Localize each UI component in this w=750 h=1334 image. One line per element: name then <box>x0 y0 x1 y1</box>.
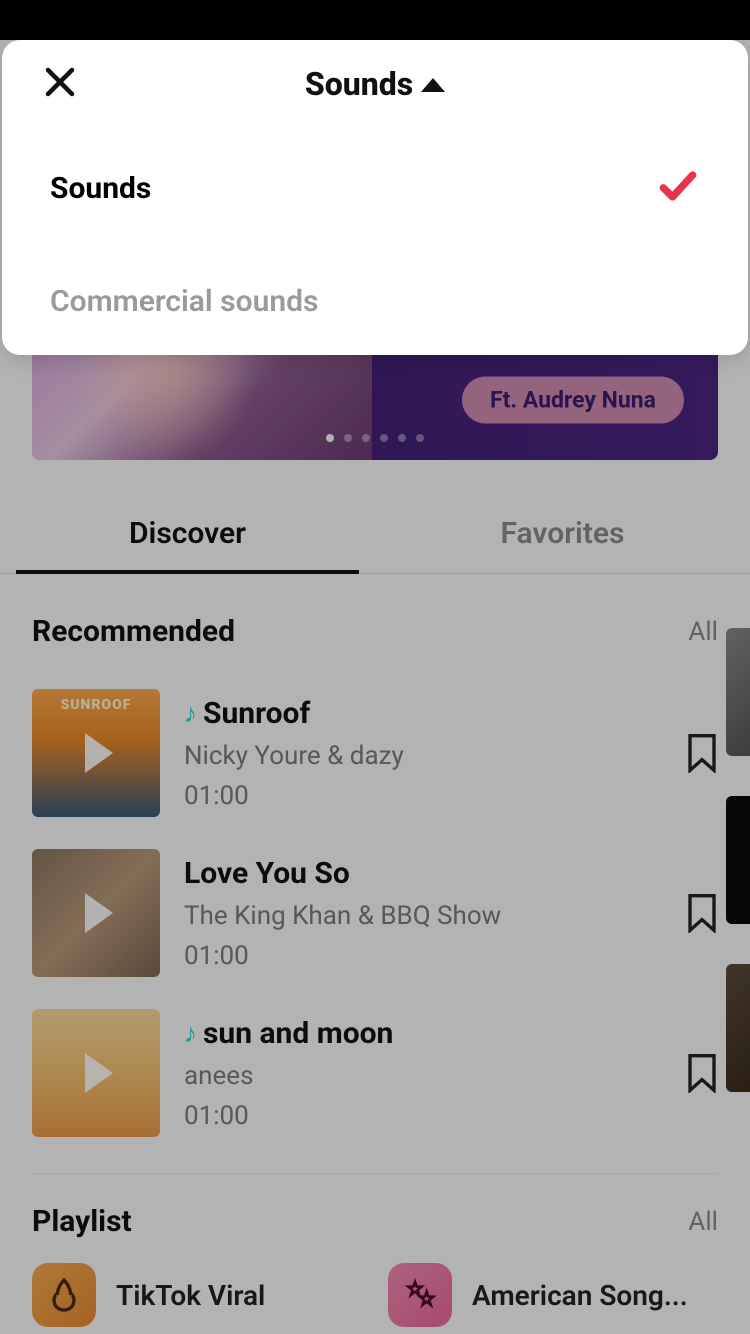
sheet-title-text: Sounds <box>305 65 413 103</box>
chevron-up-icon <box>421 78 445 92</box>
check-icon <box>656 164 700 212</box>
sheet-option-commercial[interactable]: Commercial sounds <box>2 248 748 355</box>
option-label: Commercial sounds <box>50 284 318 319</box>
sheet-header: Sounds <box>2 40 748 128</box>
sheet-title[interactable]: Sounds <box>305 65 445 103</box>
sounds-dropdown-sheet: Sounds Sounds Commercial sounds <box>2 40 748 355</box>
option-label: Sounds <box>50 171 151 206</box>
sheet-option-sounds[interactable]: Sounds <box>2 128 748 248</box>
close-icon[interactable] <box>42 64 78 104</box>
